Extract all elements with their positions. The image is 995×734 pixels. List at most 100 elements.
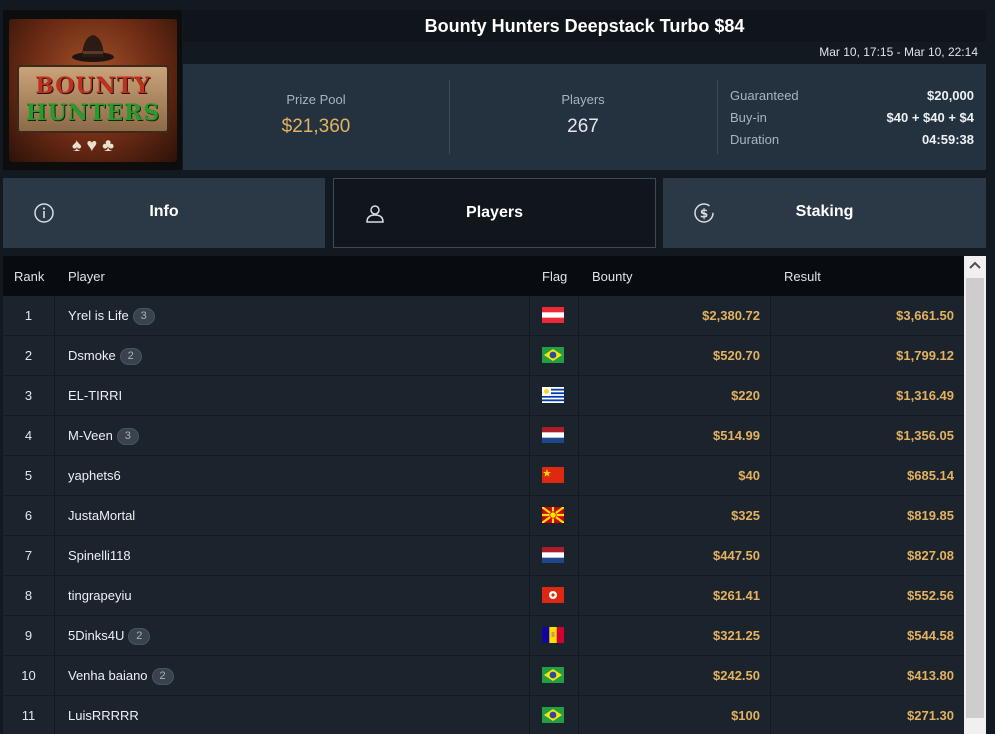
tab-players[interactable]: Players <box>333 178 656 248</box>
player-name[interactable]: 5Dinks4U <box>68 628 124 643</box>
player-name-wrap[interactable]: M-Veen 3 <box>68 428 139 446</box>
player-name-wrap[interactable]: Dsmoke 2 <box>68 348 142 366</box>
rank-cell: 7 <box>3 536 55 575</box>
column-result[interactable]: Result <box>784 269 821 284</box>
bounty-value: $447.50 <box>713 548 760 563</box>
table-row[interactable]: 8 tingrapeyiu $261.41 $552.56 <box>3 576 964 616</box>
player-name-wrap[interactable]: tingrapeyiu <box>68 588 132 603</box>
tab-players-label: Players <box>466 204 523 221</box>
table-row[interactable]: 7 Spinelli118 $447.50 $827.08 <box>3 536 964 576</box>
flag-cell <box>530 656 579 695</box>
column-rank[interactable]: Rank <box>14 269 44 284</box>
tournament-title: Bounty Hunters Deepstack Turbo $84 <box>424 16 745 36</box>
player-name-wrap[interactable]: EL-TIRRI <box>68 388 122 403</box>
flag-cell <box>530 376 579 415</box>
card-suits-icon: ♠ ♥ ♣ <box>71 135 115 155</box>
table-row[interactable]: 2 Dsmoke 2 $520.70 $1,799.12 <box>3 336 964 376</box>
result-cell: $552.56 <box>771 576 964 615</box>
player-name-wrap[interactable]: yaphets6 <box>68 468 121 483</box>
prize-pool-block: Prize Pool $21,360 <box>183 64 449 170</box>
tab-info-label: Info <box>149 203 179 220</box>
entries-badge: 2 <box>128 628 151 646</box>
netherlands-flag-icon <box>542 547 564 563</box>
austria-flag-icon <box>542 307 564 323</box>
bounty-value: $40 <box>738 468 760 483</box>
tournament-logo: BOUNTY HUNTERS ♠ ♥ ♣ <box>3 10 182 170</box>
player-name[interactable]: LuisRRRRR <box>68 708 139 723</box>
player-name[interactable]: EL-TIRRI <box>68 388 122 403</box>
table-row[interactable]: 6 JustaMortal $325 $819.85 <box>3 496 964 536</box>
brazil-flag-icon <box>542 707 564 723</box>
column-bounty[interactable]: Bounty <box>592 269 632 284</box>
column-flag[interactable]: Flag <box>542 269 567 284</box>
bounty-value: $242.50 <box>713 668 760 683</box>
logo-sign: BOUNTY HUNTERS <box>17 65 169 133</box>
table-row[interactable]: 1 Yrel is Life 3 $2,380.72 $3,661.50 <box>3 296 964 336</box>
player-name[interactable]: tingrapeyiu <box>68 588 132 603</box>
player-name-wrap[interactable]: 5Dinks4U 2 <box>68 628 151 646</box>
duration-value: 04:59:38 <box>921 132 974 147</box>
flag-cell <box>530 456 579 495</box>
duration-row: Duration 04:59:38 <box>730 132 974 152</box>
result-value: $3,661.50 <box>896 308 954 323</box>
result-cell: $544.58 <box>771 616 964 655</box>
table-row[interactable]: 9 5Dinks4U 2 $321.25 $544.58 <box>3 616 964 656</box>
rank-cell: 2 <box>3 336 55 375</box>
tab-staking[interactable]: $ Staking <box>663 178 986 248</box>
result-value: $1,356.05 <box>896 428 954 443</box>
bounty-value: $220 <box>731 388 760 403</box>
bounty-value: $100 <box>731 708 760 723</box>
player-cell: Yrel is Life 3 <box>55 296 530 335</box>
bounty-value: $520.70 <box>713 348 760 363</box>
logo-hunters-word: HUNTERS <box>25 100 161 126</box>
scroll-thumb[interactable] <box>966 278 984 718</box>
cowboy-hat-icon <box>72 35 114 62</box>
entries-badge: 2 <box>151 668 174 686</box>
flag-cell <box>530 416 579 455</box>
player-name[interactable]: JustaMortal <box>68 508 135 523</box>
player-name-wrap[interactable]: Spinelli118 <box>68 548 131 563</box>
brazil-flag-icon <box>542 667 564 683</box>
bounty-cell: $100 <box>579 696 771 734</box>
stats-divider <box>717 80 718 154</box>
player-cell: JustaMortal <box>55 496 530 535</box>
table-row[interactable]: 4 M-Veen 3 $514.99 $1,356.05 <box>3 416 964 456</box>
player-name-wrap[interactable]: LuisRRRRR <box>68 708 139 723</box>
player-name[interactable]: Dsmoke <box>68 348 116 363</box>
tab-info[interactable]: Info <box>3 178 325 248</box>
players-block: Players 267 <box>449 64 717 170</box>
rank-cell: 9 <box>3 616 55 655</box>
north-macedonia-flag-icon <box>542 507 564 523</box>
player-name[interactable]: M-Veen <box>68 428 113 443</box>
netherlands-flag-icon <box>542 427 564 443</box>
players-value: 267 <box>567 116 599 137</box>
table-row[interactable]: 11 LuisRRRRR $100 $271.30 <box>3 696 964 734</box>
china-flag-icon <box>542 467 564 483</box>
player-name-wrap[interactable]: Venha baiano 2 <box>68 668 174 686</box>
rank-cell: 11 <box>3 696 55 734</box>
player-name-wrap[interactable]: JustaMortal <box>68 508 135 523</box>
player-name[interactable]: Venha baiano <box>68 668 148 683</box>
guaranteed-label: Guaranteed <box>730 88 799 103</box>
entries-badge: 3 <box>132 308 155 326</box>
player-name[interactable]: Spinelli118 <box>68 548 131 563</box>
bounty-cell: $220 <box>579 376 771 415</box>
table-row[interactable]: 5 yaphets6 $40 $685.14 <box>3 456 964 496</box>
result-cell: $1,799.12 <box>771 336 964 375</box>
result-value: $685.14 <box>907 468 954 483</box>
guaranteed-value: $20,000 <box>927 88 974 103</box>
player-name[interactable]: yaphets6 <box>68 468 121 483</box>
column-player[interactable]: Player <box>68 269 105 284</box>
rank-cell: 3 <box>3 376 55 415</box>
player-name-wrap[interactable]: Yrel is Life 3 <box>68 308 155 326</box>
scroll-up-button[interactable] <box>964 256 986 276</box>
table-row[interactable]: 10 Venha baiano 2 $242.50 $413.80 <box>3 656 964 696</box>
player-name[interactable]: Yrel is Life <box>68 308 129 323</box>
result-cell: $819.85 <box>771 496 964 535</box>
result-value: $819.85 <box>907 508 954 523</box>
buy-in-label: Buy-in <box>730 110 767 125</box>
table-row[interactable]: 3 EL-TIRRI $220 $1,316.49 <box>3 376 964 416</box>
result-cell: $413.80 <box>771 656 964 695</box>
result-cell: $685.14 <box>771 456 964 495</box>
scrollbar[interactable] <box>964 256 986 734</box>
